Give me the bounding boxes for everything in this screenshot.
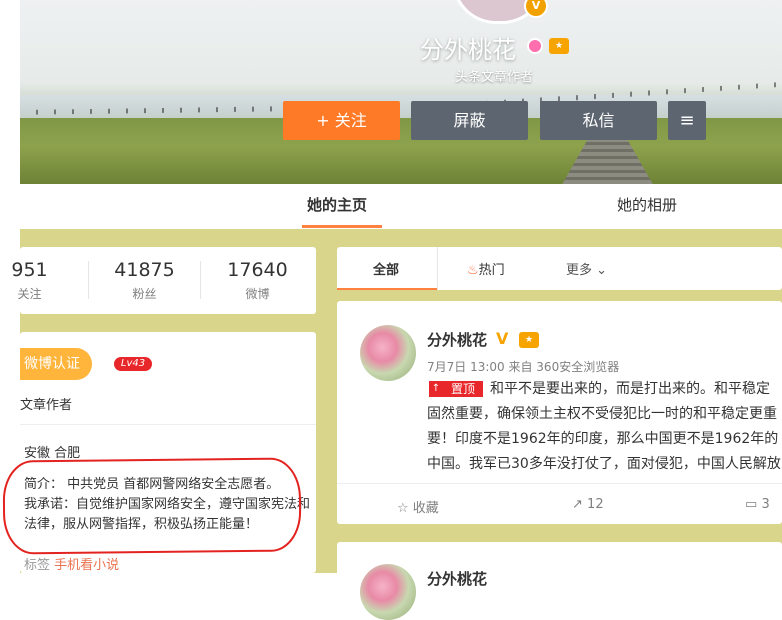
tags-row: 标签 手机看小说 — [24, 554, 119, 573]
following-count[interactable]: 951 关注 — [0, 259, 77, 302]
comment-icon: ▭ — [745, 497, 758, 512]
tag-link[interactable]: 手机看小说 — [54, 558, 119, 573]
post-meta[interactable]: 7月7日 13:00 来自 360安全浏览器 — [427, 358, 619, 375]
count-label: 粉丝 — [132, 287, 157, 301]
feed-tab-more-label: 更多 — [566, 263, 593, 278]
divider — [200, 261, 201, 299]
favorite-button[interactable]: ☆ 收藏 — [397, 497, 439, 516]
chevron-down-icon: ⌄ — [596, 263, 608, 278]
menu-icon[interactable]: ≡ — [668, 101, 706, 140]
feed-tab-hot-label: 热门 — [478, 263, 505, 278]
role-text: 文章作者 — [20, 398, 73, 413]
pinned-badge: 置顶 — [443, 381, 483, 397]
post-author[interactable]: 分外桃花 — [427, 568, 487, 589]
location-text: 安徽 合肥 — [24, 446, 81, 461]
profile-description: 头条文章作者 — [455, 70, 534, 85]
verified-v-icon: V — [496, 329, 509, 348]
feed-tab-hot[interactable]: ♨热门 — [467, 259, 505, 278]
share-icon: ↗ — [572, 497, 583, 512]
count-value: 951 — [11, 259, 48, 281]
medal-icon[interactable]: ★ — [549, 38, 569, 54]
followers-count[interactable]: 41875 粉丝 — [97, 259, 192, 302]
share-button[interactable]: ↗ 12 — [572, 497, 604, 512]
block-button[interactable]: 屏蔽 — [411, 101, 528, 140]
annotation-circle — [2, 457, 302, 555]
tags-label: 标签 — [24, 558, 51, 573]
divider — [20, 424, 316, 425]
comment-count: 3 — [761, 497, 770, 512]
medal-icon[interactable]: ★ — [519, 332, 539, 348]
feed-tab-more[interactable]: 更多 ⌄ — [566, 259, 607, 278]
weibo-post: 分外桃花 V ★ 7月7日 13:00 来自 360安全浏览器 和平不是要出来的… — [337, 301, 782, 524]
favorite-label: 收藏 — [412, 501, 439, 516]
count-value: 41875 — [114, 259, 175, 281]
level-badge[interactable]: Lv43 — [114, 357, 152, 371]
count-value: 17640 — [227, 259, 288, 281]
flame-icon: ♨ — [467, 263, 479, 278]
count-label: 微博 — [245, 287, 270, 301]
feed-tabs: 全部 ♨热门 更多 ⌄ — [337, 247, 782, 290]
pin-icon: ↑ — [429, 381, 443, 397]
count-label: 关注 — [17, 287, 42, 301]
message-button[interactable]: 私信 — [540, 101, 657, 140]
tab-active-indicator — [302, 225, 382, 228]
post-avatar[interactable] — [360, 325, 416, 381]
counts-card: 951 关注 41875 粉丝 17640 微博 — [11, 247, 316, 314]
profile-tabs: 她的主页 她的相册 — [20, 184, 782, 230]
profile-name: 分外桃花 — [420, 36, 516, 64]
weibo-post: 分外桃花 — [337, 542, 782, 620]
comment-button[interactable]: ▭ 3 — [745, 497, 770, 512]
star-icon: ☆ — [397, 501, 409, 516]
feed-tab-all[interactable]: 全部 — [373, 259, 399, 278]
divider — [88, 261, 89, 299]
divider — [437, 247, 438, 290]
profile-cover — [20, 0, 782, 184]
tab-album[interactable]: 她的相册 — [617, 194, 677, 215]
female-icon — [527, 38, 543, 54]
follow-button[interactable]: + 关注 — [283, 101, 400, 140]
divider — [337, 483, 782, 484]
post-author[interactable]: 分外桃花 — [427, 329, 487, 350]
post-avatar[interactable] — [360, 564, 416, 620]
weibo-count[interactable]: 17640 微博 — [210, 259, 305, 302]
tab-home[interactable]: 她的主页 — [307, 194, 367, 215]
verification-badge[interactable]: 微博认证 — [20, 348, 92, 380]
share-count: 12 — [587, 497, 604, 512]
